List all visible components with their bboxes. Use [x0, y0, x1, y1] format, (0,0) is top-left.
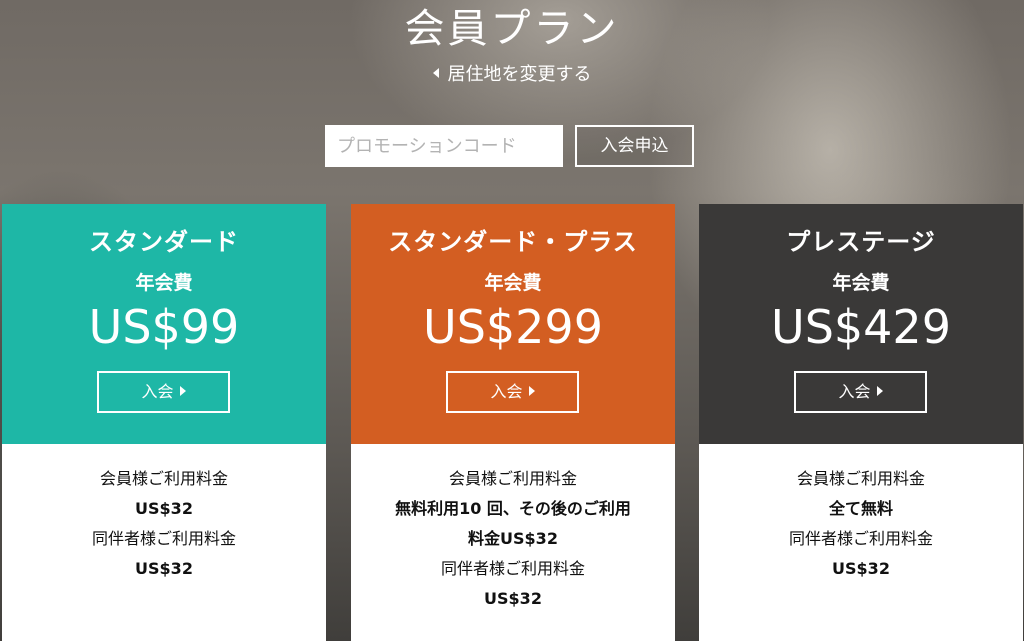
- plan-price: US$429: [771, 300, 951, 354]
- caret-right-icon: [179, 386, 186, 396]
- guest-fee-value: US$32: [135, 559, 193, 578]
- hero-section: 会員プラン 居住地を変更する 入会申込: [0, 0, 1024, 200]
- join-label: 入会: [141, 382, 174, 401]
- plan-details-standard: 会員様ご利用料金 US$32 同伴者様ご利用料金 US$32: [2, 464, 326, 584]
- plan-name: スタンダード・プラス: [388, 228, 638, 256]
- annual-fee-label: 年会費: [135, 272, 193, 294]
- join-button-prestige[interactable]: 入会: [794, 371, 927, 413]
- member-fee-value-line1: 無料利用10 回、その後のご利用: [395, 499, 631, 518]
- caret-left-icon: [432, 68, 439, 78]
- member-fee-value: US$32: [135, 499, 193, 518]
- caret-right-icon: [876, 386, 883, 396]
- annual-fee-label: 年会費: [832, 272, 890, 294]
- guest-fee-label: 同伴者様ご利用料金: [788, 529, 933, 548]
- guest-fee-value: US$32: [832, 559, 890, 578]
- plan-details-prestige: 会員様ご利用料金 全て無料 同伴者様ご利用料金 US$32: [699, 464, 1023, 584]
- member-fee-value: 全て無料: [828, 499, 893, 518]
- plan-card-standard: スタンダード 年会費 US$99 入会 会員様ご利用料金 US$32 同伴者様ご…: [2, 204, 326, 641]
- join-label: 入会: [838, 382, 871, 401]
- join-label: 入会: [490, 382, 523, 401]
- guest-fee-label: 同伴者様ご利用料金: [440, 559, 585, 578]
- change-residence-label: 居住地を変更する: [447, 64, 592, 85]
- member-fee-label: 会員様ご利用料金: [796, 469, 925, 488]
- plan-price: US$99: [88, 300, 240, 354]
- change-residence-link[interactable]: 居住地を変更する: [0, 62, 1024, 88]
- plan-card-prestige: プレステージ 年会費 US$429 入会 会員様ご利用料金 全て無料 同伴者様ご…: [699, 204, 1023, 641]
- join-button-standard[interactable]: 入会: [97, 371, 230, 413]
- guest-fee-label: 同伴者様ご利用料金: [91, 529, 236, 548]
- caret-right-icon: [528, 386, 535, 396]
- join-button-standard-plus[interactable]: 入会: [446, 371, 579, 413]
- annual-fee-label: 年会費: [484, 272, 542, 294]
- plan-price: US$299: [423, 300, 603, 354]
- guest-fee-value: US$32: [484, 589, 542, 608]
- page-title: 会員プラン: [404, 6, 620, 52]
- plan-header-standard: スタンダード 年会費 US$99 入会: [2, 204, 326, 444]
- member-fee-value-line2: 料金US$32: [468, 529, 558, 548]
- plan-name: スタンダード: [89, 228, 239, 256]
- plan-header-standard-plus: スタンダード・プラス 年会費 US$299 入会: [351, 204, 675, 444]
- plan-name: プレステージ: [786, 228, 936, 256]
- plan-details-standard-plus: 会員様ご利用料金 無料利用10 回、その後のご利用 料金US$32 同伴者様ご利…: [351, 464, 675, 614]
- member-fee-label: 会員様ご利用料金: [99, 469, 228, 488]
- promo-code-input[interactable]: [325, 125, 563, 167]
- apply-button[interactable]: 入会申込: [575, 125, 694, 167]
- plan-card-standard-plus: スタンダード・プラス 年会費 US$299 入会 会員様ご利用料金 無料利用10…: [351, 204, 675, 641]
- member-fee-label: 会員様ご利用料金: [448, 469, 577, 488]
- plan-header-prestige: プレステージ 年会費 US$429 入会: [699, 204, 1023, 444]
